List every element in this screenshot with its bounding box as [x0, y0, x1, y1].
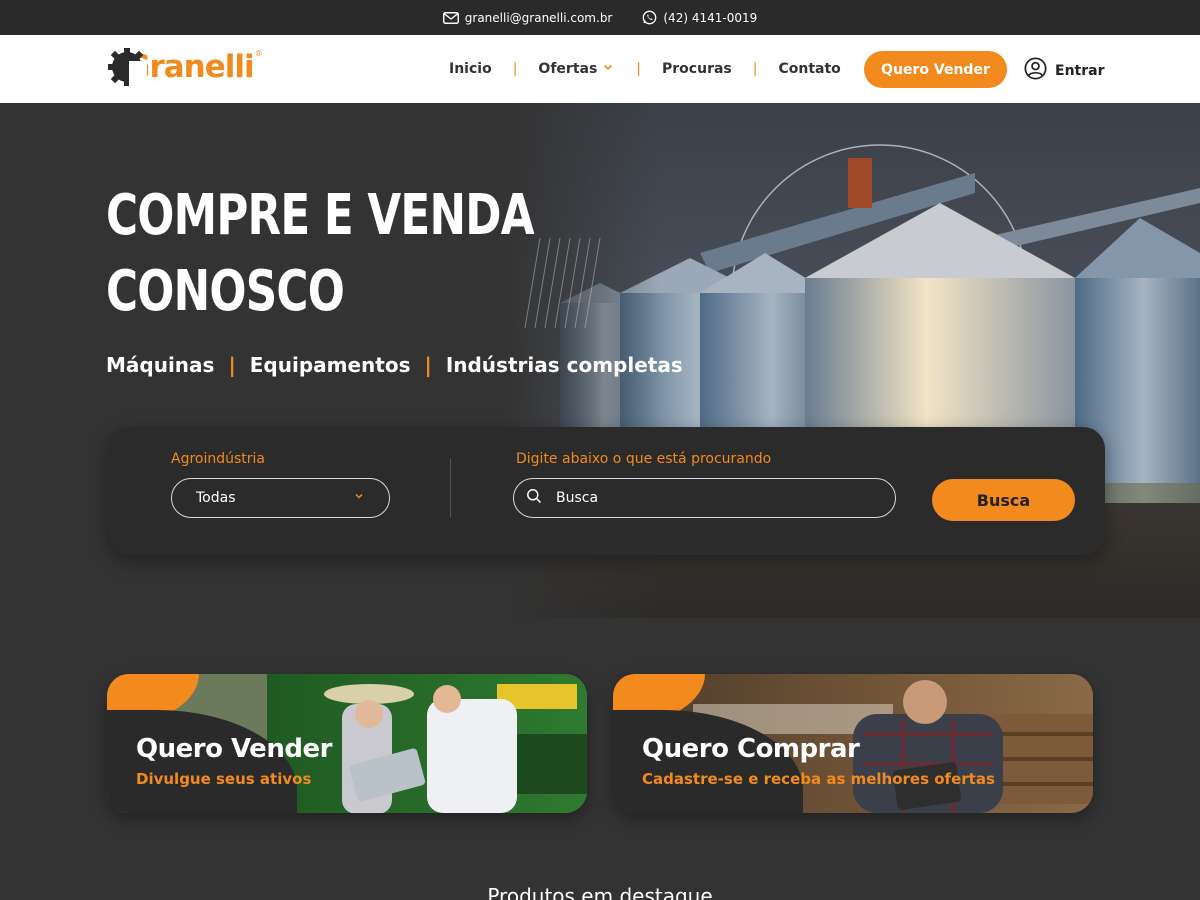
contact-bar: granelli@granelli.com.br (42) 4141-0019 — [0, 0, 1200, 35]
site-header: Granelli ® Inicio | Ofertas | Procuras |… — [0, 35, 1200, 103]
category-separator: | — [424, 353, 432, 377]
agroindustria-label: Agroindústria — [171, 451, 266, 467]
nav-ofertas[interactable]: Ofertas — [529, 60, 624, 78]
search-icon — [526, 488, 542, 508]
whatsapp-icon — [642, 10, 657, 25]
agroindustria-select[interactable]: Todas — [171, 478, 390, 518]
card-subtitle: Cadastre-se e receba as melhores ofertas — [642, 770, 995, 788]
granelli-logo[interactable]: Granelli ® — [107, 47, 263, 87]
card-subtitle: Divulgue seus ativos — [136, 770, 312, 788]
nav-inicio[interactable]: Inicio — [440, 61, 501, 77]
search-placeholder[interactable]: Busca — [556, 490, 598, 506]
card-title[interactable]: Quero Comprar — [642, 734, 860, 764]
category-maquinas[interactable]: Máquinas — [106, 353, 214, 377]
login-label[interactable]: Entrar — [1055, 63, 1104, 79]
email-text[interactable]: granelli@granelli.com.br — [465, 11, 613, 25]
nav-ofertas-label[interactable]: Ofertas — [538, 61, 597, 77]
registered-mark: ® — [254, 48, 263, 58]
nav-contato[interactable]: Contato — [769, 61, 849, 77]
login-link[interactable]: Entrar — [1024, 57, 1104, 84]
hero-title-line-1: Compre e venda — [106, 183, 535, 248]
nav-separator: | — [636, 61, 642, 77]
chevron-down-icon[interactable] — [601, 60, 615, 78]
search-input[interactable]: Busca — [513, 478, 896, 518]
search-button[interactable]: Busca — [932, 479, 1075, 521]
gear-logo-icon — [107, 47, 149, 87]
mail-icon — [442, 11, 459, 24]
nav-separator: | — [752, 61, 758, 77]
category-industrias[interactable]: Indústrias completas — [446, 353, 683, 377]
quero-comprar-card[interactable]: Quero Comprar Cadastre-se e receba as me… — [613, 674, 1093, 813]
field-divider — [450, 459, 451, 517]
featured-products-title: Produtos em destaque — [487, 884, 713, 900]
search-panel: Agroindústria Todas Digite abaixo o que … — [108, 427, 1105, 555]
search-query-label: Digite abaixo o que está procurando — [516, 451, 772, 467]
user-icon[interactable] — [1024, 57, 1047, 84]
agroindustria-selected[interactable]: Todas — [196, 490, 236, 506]
phone-text[interactable]: (42) 4141-0019 — [663, 11, 757, 25]
chevron-down-icon[interactable] — [353, 490, 365, 506]
phone-contact[interactable]: (42) 4141-0019 — [642, 10, 757, 25]
email-contact[interactable]: granelli@granelli.com.br — [442, 11, 613, 25]
nav-separator: | — [512, 61, 518, 77]
quero-vender-card[interactable]: Quero Vender Divulgue seus ativos — [107, 674, 587, 813]
hero-title-line-2: conosco — [106, 259, 345, 324]
hero-title: Compre e venda conosco — [106, 178, 535, 330]
card-title[interactable]: Quero Vender — [136, 734, 332, 764]
hero-section: Compre e venda conosco Máquinas | Equipa… — [0, 103, 1200, 618]
hero-categories: Máquinas | Equipamentos | Indústrias com… — [106, 353, 683, 377]
category-separator: | — [228, 353, 236, 377]
nav-procuras[interactable]: Procuras — [653, 61, 741, 77]
category-equipamentos[interactable]: Equipamentos — [250, 353, 411, 377]
quero-vender-button[interactable]: Quero Vender — [864, 51, 1007, 88]
main-nav: Inicio | Ofertas | Procuras | Contato — [440, 35, 850, 103]
